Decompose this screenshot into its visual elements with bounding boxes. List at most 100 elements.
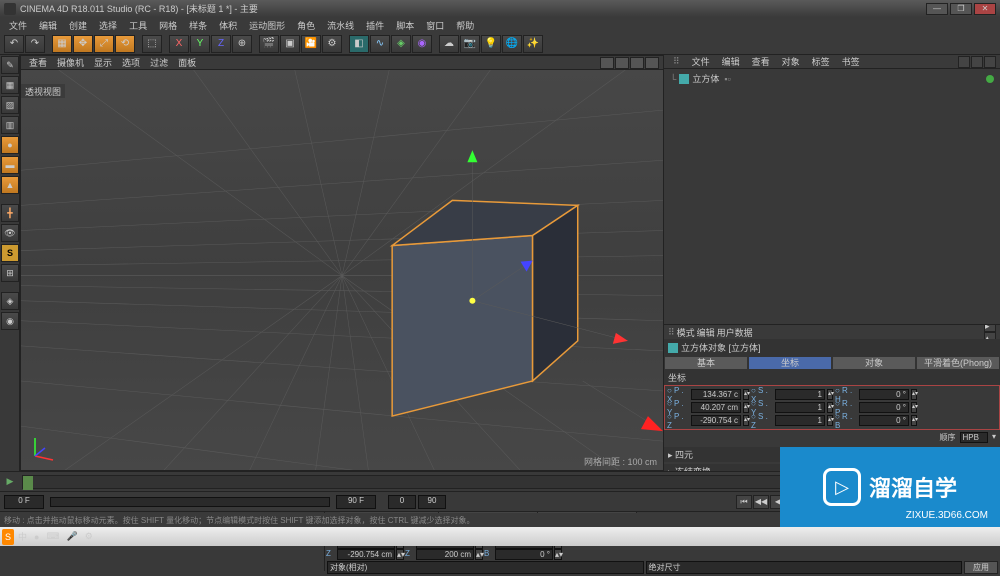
vp-nav4-icon[interactable] xyxy=(645,57,659,69)
coord-size-dropdown[interactable]: 绝对尺寸 xyxy=(646,561,963,574)
render-settings-button[interactable]: ⚙ xyxy=(322,35,342,53)
pos-x-field[interactable]: 134.367 c xyxy=(691,389,741,400)
pos-y-field[interactable]: 40.207 cm xyxy=(691,402,741,413)
workplane-snap-button[interactable]: ⊞ xyxy=(1,264,19,282)
normal-button[interactable]: ◉ xyxy=(1,312,19,330)
pos-y-spinner[interactable]: ▴▾ xyxy=(743,402,749,413)
menu-edit[interactable]: 编辑 xyxy=(34,19,62,32)
vp-menu-display[interactable]: 显示 xyxy=(90,56,116,69)
am-menu-mode[interactable]: 模式 xyxy=(677,326,695,339)
ime-punct-icon[interactable]: ● xyxy=(31,529,42,545)
coord-mode-dropdown[interactable]: 对象(相对) xyxy=(327,561,644,574)
spline-button[interactable]: ∿ xyxy=(370,35,390,53)
scene-button[interactable]: 🌐 xyxy=(502,35,522,53)
render-pv-button[interactable]: 🎦 xyxy=(301,35,321,53)
ime-icon[interactable]: S xyxy=(2,529,14,545)
undo-button[interactable]: ↶ xyxy=(4,35,24,53)
ime-settings-icon[interactable]: ⚙ xyxy=(82,529,96,545)
viewport-3d[interactable]: 透视视图 xyxy=(21,70,663,470)
cm-pos-z[interactable]: -290.754 cm xyxy=(337,549,395,560)
menu-tools[interactable]: 工具 xyxy=(124,19,152,32)
coord-apply-button[interactable]: 应用 xyxy=(964,561,998,574)
vp-nav2-icon[interactable] xyxy=(615,57,629,69)
menu-script[interactable]: 脚本 xyxy=(391,19,419,32)
os-taskbar[interactable]: S 中 ● ⌨ 🎤 ⚙ xyxy=(0,527,1000,546)
rot-b-field[interactable]: 0 ° xyxy=(859,415,909,426)
scale-button[interactable]: ⤢ xyxy=(94,35,114,53)
particle-button[interactable]: ✨ xyxy=(523,35,543,53)
close-button[interactable]: ✕ xyxy=(974,3,996,15)
om-filter-icon[interactable] xyxy=(971,56,983,68)
camera-button[interactable]: 📷 xyxy=(460,35,480,53)
menu-mograph[interactable]: 运动图形 xyxy=(244,19,290,32)
attr-tab-phong[interactable]: 平滑着色(Phong) xyxy=(916,356,1000,370)
pos-z-field[interactable]: -290.754 c xyxy=(691,415,741,426)
coord-system-button[interactable]: ⊕ xyxy=(232,35,252,53)
om-menu-tags[interactable]: 标签 xyxy=(807,55,835,68)
menu-create[interactable]: 创建 xyxy=(64,19,92,32)
vp-menu-panel[interactable]: 面板 xyxy=(174,56,200,69)
frame-start-field[interactable]: 0 F xyxy=(4,495,44,509)
menu-window[interactable]: 窗口 xyxy=(421,19,449,32)
om-menu-bookmarks[interactable]: 书签 xyxy=(837,55,865,68)
om-menu-file[interactable]: 文件 xyxy=(687,55,715,68)
menu-spline[interactable]: 样条 xyxy=(184,19,212,32)
point-mode-button[interactable]: ● xyxy=(1,136,19,154)
redo-button[interactable]: ↷ xyxy=(25,35,45,53)
rot-p-spinner[interactable]: ▴▾ xyxy=(911,402,917,413)
make-editable-button[interactable]: ✎ xyxy=(1,56,19,74)
x-axis-button[interactable]: X xyxy=(169,35,189,53)
vp-menu-view[interactable]: 查看 xyxy=(25,56,51,69)
scale-x-spinner[interactable]: ▴▾ xyxy=(827,389,833,400)
cm-rot-b[interactable]: 0 ° xyxy=(495,549,553,560)
model-mode-button[interactable]: ▦ xyxy=(1,76,19,94)
range-slider[interactable] xyxy=(50,497,330,507)
menu-volume[interactable]: 体积 xyxy=(214,19,242,32)
viewport-solo-button[interactable]: 👁 xyxy=(1,224,19,242)
render-region-button[interactable]: ▣ xyxy=(280,35,300,53)
edge-mode-button[interactable]: ▬ xyxy=(1,156,19,174)
ime-mode-icon[interactable]: 中 xyxy=(15,529,30,545)
om-eye-icon[interactable] xyxy=(984,56,996,68)
am-menu-edit[interactable]: 编辑 xyxy=(697,326,715,339)
scale-x-field[interactable]: 1 xyxy=(775,389,825,400)
ime-voice-icon[interactable]: 🎤 xyxy=(63,529,80,545)
rotation-order-dropdown[interactable]: HPB xyxy=(960,432,988,443)
object-manager[interactable]: └ 立方体 ▪▫ xyxy=(664,69,1000,325)
vp-nav3-icon[interactable] xyxy=(630,57,644,69)
pos-z-spinner[interactable]: ▴▾ xyxy=(743,415,749,426)
last-tool-button[interactable]: ⬚ xyxy=(142,35,162,53)
minimize-button[interactable]: — xyxy=(926,3,948,15)
menu-pipeline[interactable]: 流水线 xyxy=(322,19,359,32)
light-button[interactable]: 💡 xyxy=(481,35,501,53)
cube-object[interactable] xyxy=(392,200,578,416)
scale-z-spinner[interactable]: ▴▾ xyxy=(827,415,833,426)
timeline-cursor[interactable] xyxy=(23,476,33,490)
scale-z-field[interactable]: 1 xyxy=(775,415,825,426)
snap-button[interactable]: S xyxy=(1,244,19,262)
deformer-button[interactable]: ◉ xyxy=(412,35,432,53)
menu-mesh[interactable]: 网格 xyxy=(154,19,182,32)
menu-help[interactable]: 帮助 xyxy=(451,19,479,32)
vp-menu-options[interactable]: 选项 xyxy=(118,56,144,69)
y-axis-button[interactable]: Y xyxy=(190,35,210,53)
menu-character[interactable]: 角色 xyxy=(292,19,320,32)
object-item-cube[interactable]: └ 立方体 ▪▫ xyxy=(668,71,996,86)
live-select-button[interactable]: ▦ xyxy=(52,35,72,53)
rot-h-field[interactable]: 0 ° xyxy=(859,389,909,400)
texture-mode-button[interactable]: ▨ xyxy=(1,96,19,114)
tweak-button[interactable]: ◈ xyxy=(1,292,19,310)
scale-y-spinner[interactable]: ▴▾ xyxy=(827,402,833,413)
scale-y-field[interactable]: 1 xyxy=(775,402,825,413)
vp-nav1-icon[interactable] xyxy=(600,57,614,69)
vp-menu-camera[interactable]: 摄像机 xyxy=(53,56,88,69)
rot-h-spinner[interactable]: ▴▾ xyxy=(911,389,917,400)
attr-tab-object[interactable]: 对象 xyxy=(832,356,916,370)
menu-file[interactable]: 文件 xyxy=(4,19,32,32)
om-menu-object[interactable]: 对象 xyxy=(777,55,805,68)
goto-start-button[interactable]: ⏮ xyxy=(736,495,752,509)
frame-min-field[interactable]: 0 xyxy=(388,495,416,509)
attr-tab-coord[interactable]: 坐标 xyxy=(748,356,832,370)
pos-x-spinner[interactable]: ▴▾ xyxy=(743,389,749,400)
menu-plugins[interactable]: 插件 xyxy=(361,19,389,32)
